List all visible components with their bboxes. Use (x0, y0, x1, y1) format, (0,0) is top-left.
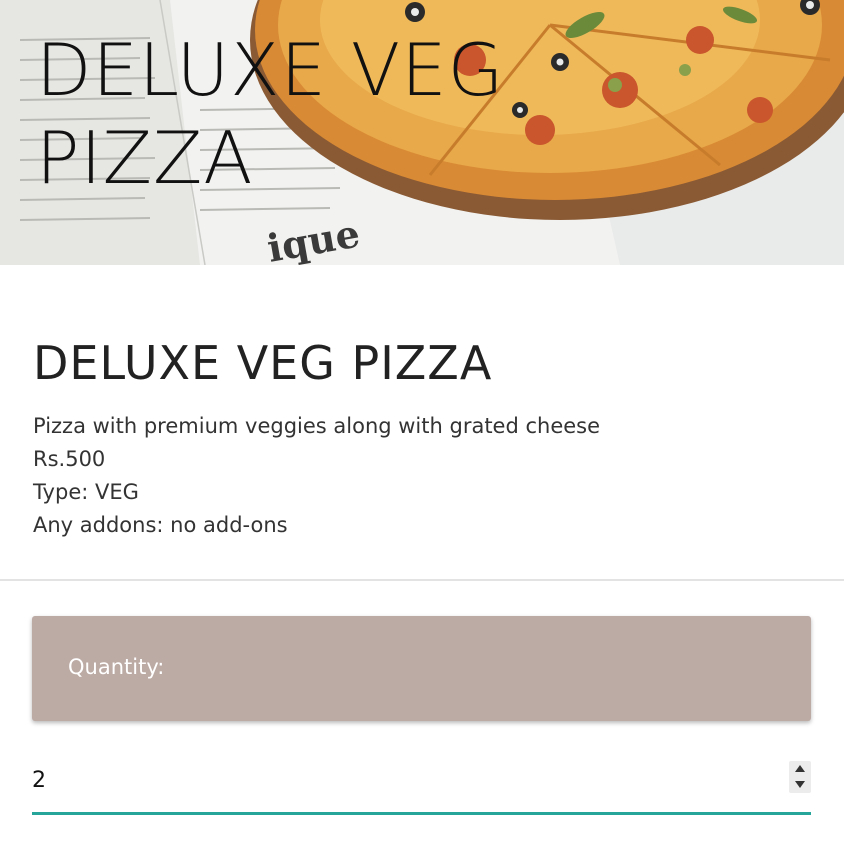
product-price: Rs.500 (33, 447, 106, 471)
triangle-up-icon[interactable] (789, 761, 811, 777)
quantity-panel: Quantity: (32, 616, 811, 721)
quantity-label: Quantity: (68, 655, 165, 679)
section-divider (0, 579, 844, 581)
triangle-down-icon[interactable] (789, 777, 811, 793)
quantity-input[interactable] (32, 756, 772, 804)
product-type: Type: VEG (33, 480, 139, 504)
hero-title: DELUXE VEG PIZZA (36, 28, 505, 200)
product-description: Pizza with premium veggies along with gr… (33, 414, 601, 438)
quantity-field (32, 756, 811, 815)
product-addons: Any addons: no add-ons (33, 513, 288, 537)
page: ique DELUXE VEG PIZZA DELUXE VEG PIZZA P… (0, 0, 844, 845)
quantity-stepper[interactable] (789, 761, 811, 793)
product-title: DELUXE VEG PIZZA (33, 336, 493, 390)
hero-banner: ique DELUXE VEG PIZZA (0, 0, 844, 265)
